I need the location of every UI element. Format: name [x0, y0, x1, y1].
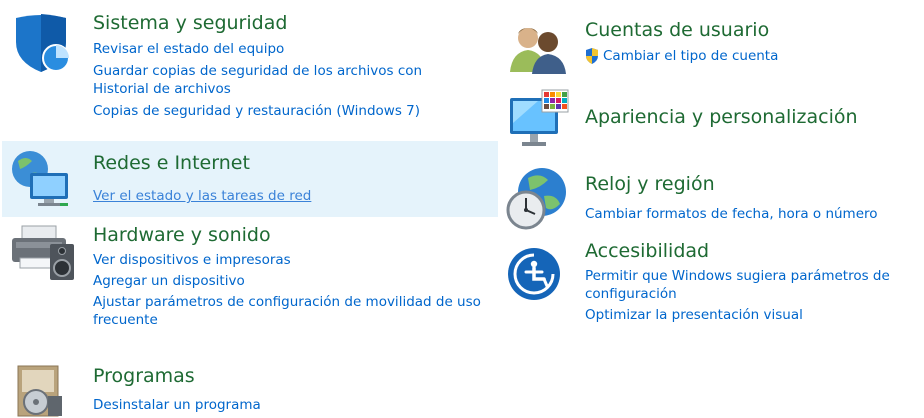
programs-disc-icon[interactable] — [14, 362, 66, 418]
system-security-title[interactable]: Sistema y seguridad — [93, 11, 287, 35]
category-hardware-sound: Hardware y sonido Ver dispositivos e imp… — [0, 220, 500, 350]
category-accessibility: Accesibilidad Permitir que Windows sugie… — [500, 236, 924, 346]
category-clock-region: Reloj y región Cambiar formatos de fecha… — [500, 162, 924, 234]
hardware-sound-title[interactable]: Hardware y sonido — [93, 223, 271, 247]
file-history-backup-link[interactable]: Guardar copias de seguridad de los archi… — [93, 62, 473, 98]
add-device-link[interactable]: Agregar un dispositivo — [93, 272, 495, 290]
optimize-visual-display-link[interactable]: Optimizar la presentación visual — [585, 306, 920, 324]
monitor-palette-icon[interactable] — [508, 88, 574, 154]
appearance-title[interactable]: Apariencia y personalización — [585, 105, 858, 129]
uac-shield-icon — [586, 48, 598, 64]
clock-globe-icon[interactable] — [504, 166, 570, 232]
network-globe-icon[interactable] — [8, 147, 74, 209]
user-accounts-title[interactable]: Cuentas de usuario — [585, 18, 769, 42]
network-internet-title[interactable]: Redes e Internet — [93, 151, 250, 175]
category-programs: Programas Desinstalar un programa — [0, 358, 500, 418]
users-icon[interactable] — [506, 22, 568, 74]
change-account-type-link[interactable]: Cambiar el tipo de cuenta — [585, 47, 915, 65]
category-user-accounts: Cuentas de usuario Cambiar el tipo de cu… — [500, 0, 924, 80]
check-pc-status-link[interactable]: Revisar el estado del equipo — [93, 40, 473, 58]
programs-title[interactable]: Programas — [93, 364, 195, 388]
category-network-internet: Redes e Internet Ver el estado y las tar… — [2, 141, 498, 217]
backup-restore-link[interactable]: Copias de seguridad y restauración (Wind… — [93, 102, 473, 120]
security-shield-icon[interactable] — [10, 12, 72, 74]
network-status-link[interactable]: Ver el estado y las tareas de red — [93, 187, 483, 205]
windows-suggest-settings-link[interactable]: Permitir que Windows sugiera parámetros … — [585, 267, 920, 303]
accessibility-icon[interactable] — [506, 246, 562, 302]
change-account-type-label: Cambiar el tipo de cuenta — [603, 48, 779, 64]
printer-speaker-icon[interactable] — [8, 222, 78, 282]
accessibility-title[interactable]: Accesibilidad — [585, 239, 709, 263]
devices-printers-link[interactable]: Ver dispositivos e impresoras — [93, 251, 495, 269]
change-date-format-link[interactable]: Cambiar formatos de fecha, hora o número — [585, 205, 920, 223]
mobility-settings-link[interactable]: Ajustar parámetros de configuración de m… — [93, 293, 495, 329]
uninstall-program-link[interactable]: Desinstalar un programa — [93, 396, 473, 414]
clock-region-title[interactable]: Reloj y región — [585, 172, 715, 196]
category-appearance: Apariencia y personalización — [500, 84, 924, 154]
category-system-security: Sistema y seguridad Revisar el estado de… — [0, 0, 500, 136]
